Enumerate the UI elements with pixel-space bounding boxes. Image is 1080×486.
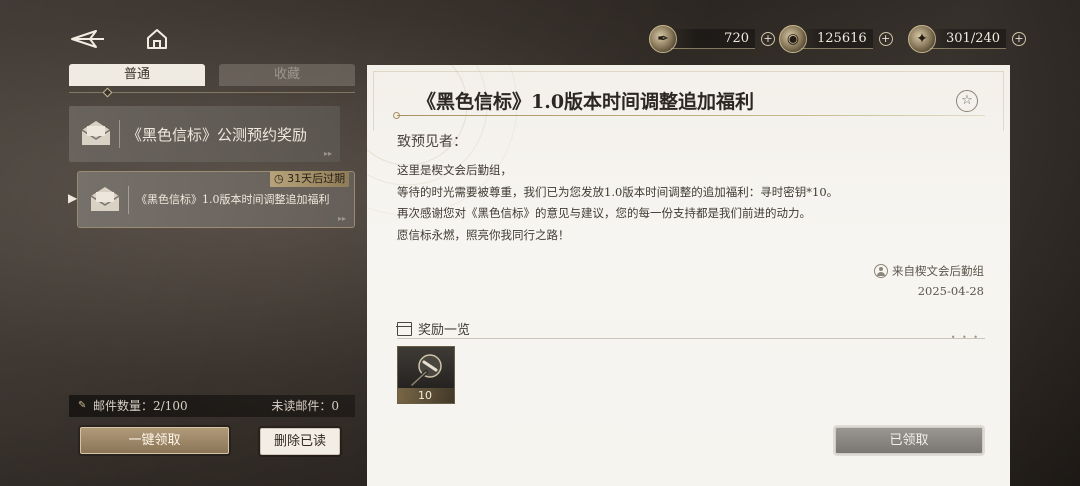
gift-box-icon	[396, 321, 412, 336]
claim-all-button[interactable]: 一键领取	[80, 427, 229, 454]
resource-gold: ◉ 125616 +	[779, 24, 893, 54]
back-arrow-icon	[71, 30, 104, 48]
resource-value: 125616	[801, 29, 873, 49]
mail-corner-arrows: ▸▸	[323, 149, 332, 158]
mail-list-item[interactable]: 《黑色信标》公测预约奖励 ▸▸	[69, 106, 340, 162]
claimed-button[interactable]: 已领取	[835, 427, 983, 454]
letter-sender: 来自楔文会后勤组	[874, 263, 984, 279]
rewards-title: 奖励一览	[418, 323, 471, 338]
envelope-icon	[81, 121, 111, 145]
rewards-divider	[397, 338, 985, 339]
add-stamina-button[interactable]: +	[761, 32, 775, 46]
resource-value: 301/240	[930, 29, 1007, 49]
selected-indicator-icon: ▶	[68, 191, 78, 205]
tab-favorites[interactable]: 收藏	[219, 64, 355, 86]
unread-count: 未读邮件：0	[271, 399, 339, 413]
clock-icon: ◷	[274, 172, 284, 185]
letter-body: 这里是楔文会后勤组， 等待的时光需要被尊重，我们已为您发放1.0版本时间调整的追…	[397, 160, 838, 246]
mail-separator	[128, 186, 129, 214]
resource-orb: ✦ 301/240 +	[908, 24, 1027, 54]
rewards-divider-dots: • • •	[950, 333, 980, 342]
add-gold-button[interactable]: +	[878, 32, 893, 46]
mail-count: 邮件数量：2/100	[93, 399, 188, 413]
home-button[interactable]	[145, 27, 169, 51]
reward-item[interactable]: 10	[397, 346, 455, 404]
favorite-star-button[interactable]: ☆	[956, 90, 978, 112]
resource-stamina: ✒ 720 +	[649, 24, 775, 54]
add-orb-button[interactable]: +	[1012, 32, 1027, 46]
pen-icon: ✎	[78, 400, 87, 411]
star-icon: ☆	[961, 93, 973, 108]
rewards-header: 奖励一览	[396, 319, 471, 338]
expire-text: 31天后过期	[287, 172, 346, 185]
mail-separator	[119, 120, 120, 148]
mail-title: 《黑色信标》公测预约奖励	[127, 126, 308, 144]
mail-count-bar: ✎ 邮件数量：2/100 未读邮件：0	[69, 395, 355, 417]
user-icon	[874, 264, 888, 278]
expire-badge: ◷ 31天后过期	[270, 171, 350, 187]
tab-divider-ornament	[102, 87, 113, 98]
home-icon	[147, 29, 167, 49]
delete-read-button[interactable]: 删除已读	[260, 428, 340, 455]
letter-greeting: 致预见者：	[397, 134, 467, 150]
title-underline	[397, 115, 985, 116]
tab-normal[interactable]: 普通	[69, 64, 205, 86]
time-key-icon	[410, 354, 442, 387]
mail-title: 《黑色信标》1.0版本时间调整追加福利	[136, 193, 330, 206]
letter-line: 愿信标永燃，照亮你我同行之路！	[397, 227, 570, 242]
letter-line: 再次感谢您对《黑色信标》的意见与建议，您的每一份支持都是我们前进的动力。	[397, 206, 811, 220]
resource-value: 720	[671, 29, 755, 49]
letter-line: 这里是楔文会后勤组，	[397, 163, 512, 177]
letter-line: 等待的时光需要被尊重，我们已为您发放1.0版本时间调整的追加福利：寻时密钥*10…	[397, 184, 839, 199]
letter-date: 2025-04-28	[917, 284, 984, 298]
mail-corner-arrows: ▸▸	[337, 214, 346, 223]
envelope-icon	[90, 187, 120, 211]
back-button[interactable]	[70, 28, 106, 50]
letter-title: 《黑色信标》1.0版本时间调整追加福利	[417, 91, 755, 113]
reward-quantity: 10	[398, 388, 454, 403]
sender-name: 来自楔文会后勤组	[892, 264, 984, 278]
mail-detail-panel: 《黑色信标》1.0版本时间调整追加福利 ☆ 致预见者： 这里是楔文会后勤组， 等…	[367, 65, 1010, 486]
